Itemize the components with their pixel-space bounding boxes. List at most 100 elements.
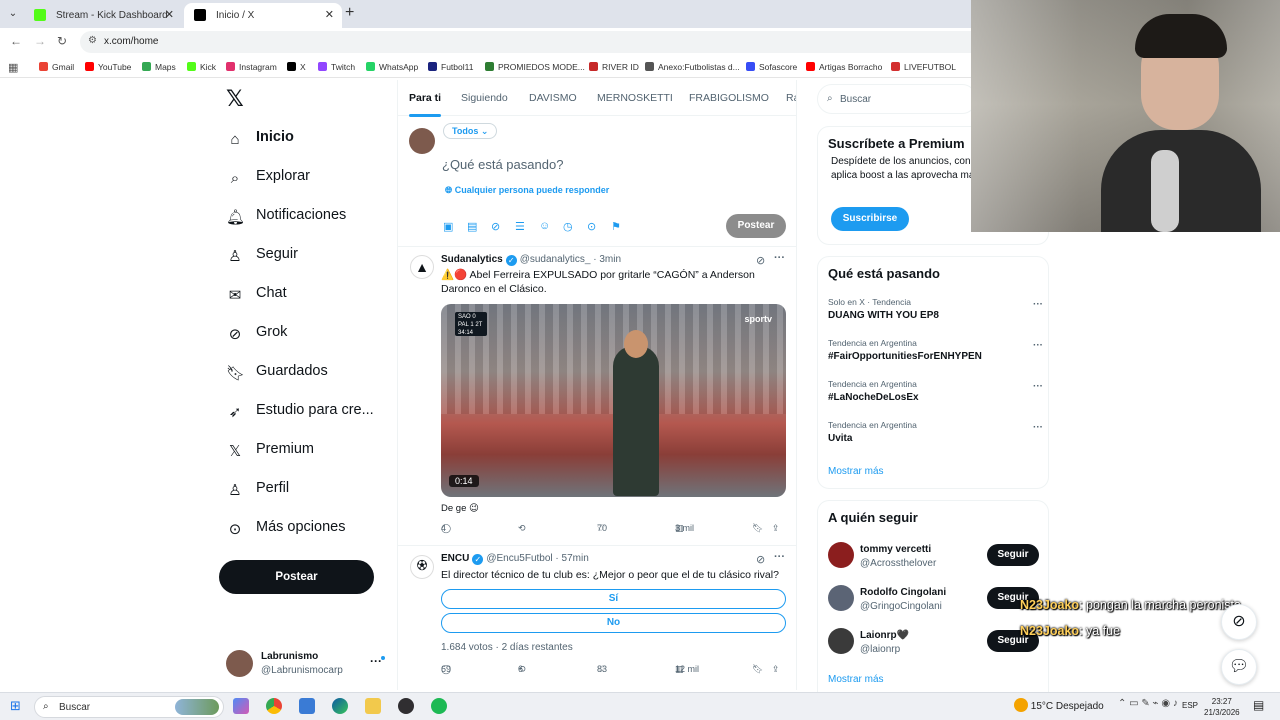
tweet-time[interactable]: 57min xyxy=(562,553,589,564)
taskbar-clock[interactable]: 23:27 21/3/2026 xyxy=(1204,696,1240,718)
gif-icon[interactable]: ▤ xyxy=(467,220,477,233)
more-dots-icon[interactable]: ··· xyxy=(1033,422,1043,433)
sidebar-item-inicio[interactable]: ⌂ Inicio xyxy=(226,125,293,153)
audience-selector[interactable]: Todos ⌄ xyxy=(443,123,498,139)
share-icon[interactable]: ⇪ xyxy=(772,523,780,534)
bookmark-maps[interactable]: Maps xyxy=(142,62,176,72)
windows-start-icon[interactable]: ⊞ xyxy=(10,698,21,716)
language-indicator[interactable]: ESP xyxy=(1182,701,1198,719)
avatar[interactable] xyxy=(828,628,854,654)
more-dots-icon[interactable]: ··· xyxy=(1033,381,1043,392)
trend-item[interactable]: Tendencia en Argentina Uvita ··· xyxy=(828,420,1043,450)
avatar[interactable]: ⚽︎ xyxy=(410,555,434,579)
new-tab-icon[interactable]: + xyxy=(345,4,354,22)
close-tab-icon[interactable]: ✕ xyxy=(165,3,174,28)
x-logo-icon[interactable]: 𝕏 xyxy=(226,88,246,110)
trend-item[interactable]: Tendencia en Argentina #LaNocheDeLosEx ··· xyxy=(828,379,1043,409)
apps-grid-icon[interactable]: ▦ xyxy=(8,61,18,74)
bookmark-river-id[interactable]: RIVER ID xyxy=(589,62,639,72)
share-icon[interactable]: ⇪ xyxy=(772,664,780,675)
bookmark-twitch[interactable]: Twitch xyxy=(318,62,355,72)
bookmark-x[interactable]: X xyxy=(287,62,306,72)
chat-floating-button[interactable]: 💬︎ xyxy=(1221,649,1257,685)
taskbar-spotify[interactable] xyxy=(431,698,447,716)
tab-mernosketti[interactable]: MERNOSKETTI xyxy=(597,92,673,104)
sidebar-item-estudio[interactable]: ➶ Estudio para cre... xyxy=(226,398,374,426)
reply-setting[interactable]: 🌐︎ Cualquier persona puede responder xyxy=(445,185,609,196)
taskbar-edge[interactable] xyxy=(332,698,348,716)
tab-ra[interactable]: Ra xyxy=(786,92,796,104)
author-handle[interactable]: @sudanalytics_ xyxy=(520,254,591,265)
trend-item[interactable]: Solo en X · Tendencia DUANG WITH YOU EP8 ·… xyxy=(828,297,1043,327)
more-dots-icon[interactable]: ··· xyxy=(370,654,382,668)
taskbar-copilot[interactable] xyxy=(233,698,249,716)
sidebar-item-premium[interactable]: 𝕏 Premium xyxy=(226,437,314,465)
bookmark-promiedos[interactable]: PROMIEDOS MODE... xyxy=(485,62,585,72)
bookmark-whatsapp[interactable]: WhatsApp xyxy=(366,62,418,72)
poll-icon[interactable]: ☰ xyxy=(515,220,525,233)
sidebar-item-notificaciones[interactable]: 🔔︎ Notificaciones xyxy=(226,203,346,231)
trend-item[interactable]: Tendencia en Argentina #FairOpportunities… xyxy=(828,338,1043,368)
sidebar-item-mas-opciones[interactable]: ⊙ Más opciones xyxy=(226,515,346,543)
search-input[interactable]: ⌕ Buscar xyxy=(817,84,977,114)
compose-post-button[interactable]: Postear xyxy=(726,214,786,238)
subscribe-button[interactable]: Suscribirse xyxy=(831,207,909,231)
browser-tab-x[interactable]: Inicio / X ✕ xyxy=(184,3,342,28)
follow-suggestion[interactable]: Laionrp🖤 @laionrp Seguir xyxy=(828,628,1043,658)
follow-suggestion[interactable]: tommy vercetti @Acrossthelover Seguir xyxy=(828,542,1043,572)
avatar[interactable] xyxy=(828,585,854,611)
notifications-icon[interactable]: ▤ xyxy=(1253,698,1264,716)
author-handle[interactable]: @Encu5Futbol xyxy=(486,553,552,564)
follow-suggestion[interactable]: Rodolfo Cingolani @GringoCingolani Segui… xyxy=(828,585,1043,615)
poll-option-si[interactable]: Sí xyxy=(441,589,786,609)
grok-floating-button[interactable]: ⊘ xyxy=(1221,604,1257,640)
trends-show-more[interactable]: Mostrar más xyxy=(828,466,884,477)
follow-button[interactable]: Seguir xyxy=(987,544,1039,566)
bookmark-futbol11[interactable]: Futbol11 xyxy=(428,62,473,72)
emoji-icon[interactable]: ☺ xyxy=(539,220,550,232)
taskbar-store[interactable] xyxy=(299,698,315,716)
sidebar-item-explorar[interactable]: ⌕ Explorar xyxy=(226,164,310,192)
image-icon[interactable]: ▣ xyxy=(443,220,453,233)
weather-widget[interactable]: 15°C Despejado xyxy=(1014,698,1104,716)
browser-tab-kick[interactable]: Stream - Kick Dashboard ✕ xyxy=(24,3,182,28)
tab-para-ti[interactable]: Para ti xyxy=(409,92,442,117)
taskbar-explorer[interactable] xyxy=(365,698,381,716)
author-name[interactable]: ENCU xyxy=(441,553,469,564)
site-info-icon[interactable]: ⚙ xyxy=(88,35,97,46)
location-icon[interactable]: ⊙ xyxy=(587,220,596,233)
flag-icon[interactable]: ⚑ xyxy=(611,220,621,233)
forward-icon[interactable]: → xyxy=(34,34,46,48)
bookmark-wikipedia[interactable]: Anexo:Futbolistas d... xyxy=(645,62,740,72)
bookmark-youtube[interactable]: YouTube xyxy=(85,62,131,72)
bookmark-gmail[interactable]: Gmail xyxy=(39,62,74,72)
bookmark-instagram[interactable]: Instagram xyxy=(226,62,277,72)
avatar[interactable]: ▲ xyxy=(410,255,434,279)
tab-frabigolismo[interactable]: FRABIGOLISMO xyxy=(689,92,769,104)
taskbar-obs[interactable] xyxy=(398,698,414,716)
grok-icon[interactable]: ⊘ xyxy=(756,553,765,566)
bookmark-livefutbol[interactable]: LIVEFUTBOL xyxy=(891,62,956,72)
sidebar-item-seguir[interactable]: ♙ Seguir xyxy=(226,242,298,270)
bookmark-kick[interactable]: Kick xyxy=(187,62,216,72)
tab-davismo[interactable]: DAVISMO xyxy=(529,92,577,104)
bookmark-icon[interactable]: 🔖︎ xyxy=(752,523,763,534)
taskbar-chrome[interactable] xyxy=(266,698,282,716)
sidebar-item-chat[interactable]: ✉ Chat xyxy=(226,281,287,309)
author-name[interactable]: Sudanalytics xyxy=(441,254,503,265)
post-button[interactable]: Postear xyxy=(219,560,374,594)
sidebar-item-perfil[interactable]: ♙ Perfil xyxy=(226,476,289,504)
more-dots-icon[interactable]: ··· xyxy=(1033,340,1043,351)
follow-show-more[interactable]: Mostrar más xyxy=(828,674,884,685)
grok-icon[interactable]: ⊘ xyxy=(491,220,500,233)
avatar[interactable] xyxy=(828,542,854,568)
bookmark-sofascore[interactable]: Sofascore xyxy=(746,62,797,72)
close-tab-icon[interactable]: ✕ xyxy=(325,3,334,28)
account-switcher[interactable]: Labrunismo @Labrunismocarp ··· xyxy=(226,648,386,680)
more-dots-icon[interactable]: ··· xyxy=(774,252,785,264)
bookmark-artigas[interactable]: Artigas Borracho xyxy=(806,62,882,72)
compose-input[interactable]: ¿Qué está pasando? xyxy=(442,157,563,172)
bookmark-icon[interactable]: 🔖︎ xyxy=(752,664,763,675)
tweet-video[interactable]: SAO 0 PAL 1 2T 34:14 sportv 0:14 xyxy=(441,304,786,497)
back-icon[interactable]: ← xyxy=(10,34,22,48)
